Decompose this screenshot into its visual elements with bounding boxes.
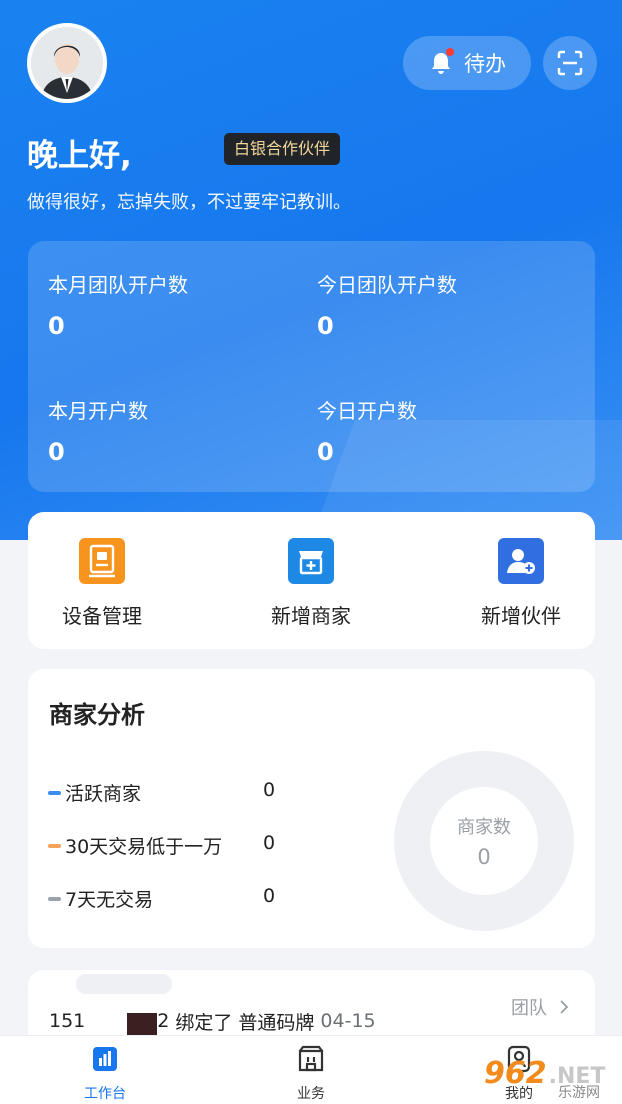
legend-label: 30天交易低于一万	[65, 836, 223, 858]
todo-label: 待办	[464, 52, 506, 76]
legend-low-volume: 30天交易低于一万	[48, 832, 222, 859]
stat-month-team: 本月团队开户数 0	[48, 269, 188, 340]
legend-swatch	[48, 843, 61, 848]
team-link[interactable]: 团队	[511, 994, 573, 1020]
tab-workbench[interactable]: 工作台	[55, 1045, 155, 1103]
donut-value: 0	[477, 845, 491, 869]
watermark-site: 乐游网	[558, 1085, 600, 1101]
stat-value: 0	[48, 312, 65, 340]
quick-action-label: 新增商家	[271, 604, 351, 628]
phone-prefix: 151	[49, 1010, 86, 1032]
stats-panel: 本月团队开户数 0 今日团队开户数 0 本月开户数 0 今日开户数 0	[28, 241, 595, 492]
legend-swatch	[48, 896, 61, 901]
store-add-icon	[288, 538, 334, 584]
tab-business[interactable]: 业务	[261, 1045, 361, 1103]
legend-label: 活跃商家	[65, 783, 142, 805]
site-watermark: 962 .NET 乐游网	[484, 1056, 605, 1101]
scan-button[interactable]	[543, 36, 597, 90]
stat-label: 本月团队开户数	[48, 273, 188, 297]
legend-label: 7天无交易	[65, 889, 154, 911]
user-name-redacted	[132, 138, 202, 168]
tab-label: 业务	[297, 1086, 325, 1102]
greeting-text: 晚上好,	[27, 138, 132, 174]
scan-icon	[557, 50, 583, 76]
greeting: 晚上好,	[27, 130, 202, 175]
phone-redacted	[85, 1011, 123, 1031]
quick-action-label: 新增伙伴	[481, 604, 561, 628]
stat-label: 今日团队开户数	[317, 273, 457, 297]
stat-month-own: 本月开户数 0	[48, 395, 148, 466]
stat-value: 0	[317, 438, 334, 466]
tab-label: 工作台	[84, 1086, 126, 1102]
stat-value: 0	[317, 312, 334, 340]
quick-action-label: 设备管理	[62, 604, 142, 628]
bell-icon	[428, 48, 454, 76]
device-icon	[79, 538, 125, 584]
stat-label: 本月开户数	[48, 399, 148, 423]
device-management-button[interactable]: 设备管理	[22, 538, 182, 629]
partner-badge: 白银合作伙伴	[224, 133, 341, 165]
team-link-label: 团队	[511, 998, 547, 1019]
legend-value: 0	[263, 885, 276, 907]
legend-swatch	[48, 790, 61, 795]
feed-date: 04-15	[320, 1010, 376, 1032]
add-merchant-button[interactable]: 新增商家	[231, 538, 391, 629]
feed-action: 绑定了 普通码牌	[175, 1011, 315, 1034]
notification-dot	[446, 48, 454, 56]
legend-value: 0	[263, 779, 276, 801]
stat-today-team: 今日团队开户数 0	[317, 269, 457, 340]
legend-no-transaction: 7天无交易	[48, 885, 153, 912]
donut-center: 商家数 0	[393, 750, 575, 932]
motto-text: 做得很好，忘掉失败，不过要牢记教训。	[27, 192, 351, 213]
add-partner-button[interactable]: 新增伙伴	[441, 538, 601, 629]
stat-today-own: 今日开户数 0	[317, 395, 417, 466]
chevron-right-icon	[560, 1000, 569, 1014]
legend-active-merchants: 活跃商家	[48, 779, 141, 806]
quick-actions-card: 设备管理 新增商家 新增伙伴	[28, 512, 595, 649]
watermark-brand: 962	[484, 1056, 547, 1091]
avatar-person-icon	[31, 27, 103, 99]
legend-value: 0	[263, 832, 276, 854]
stat-value: 0	[48, 438, 65, 466]
avatar[interactable]	[27, 23, 107, 103]
stat-label: 今日开户数	[317, 399, 417, 423]
feed-tab-indicator	[76, 974, 172, 994]
user-add-icon	[498, 538, 544, 584]
todo-button[interactable]: 待办	[403, 36, 531, 90]
redaction-block	[127, 1013, 158, 1035]
analysis-title: 商家分析	[49, 701, 145, 729]
chart-icon	[93, 1047, 117, 1071]
business-icon	[298, 1045, 324, 1072]
merchant-analysis-card: 商家分析 活跃商家 0 30天交易低于一万 0 7天无交易 0 商家数 0	[28, 669, 595, 948]
phone-suffix: 2	[157, 1010, 170, 1032]
donut-title: 商家数	[457, 817, 511, 838]
feed-item[interactable]: 151 2 绑定了 普通码牌 04-15	[49, 1007, 376, 1035]
